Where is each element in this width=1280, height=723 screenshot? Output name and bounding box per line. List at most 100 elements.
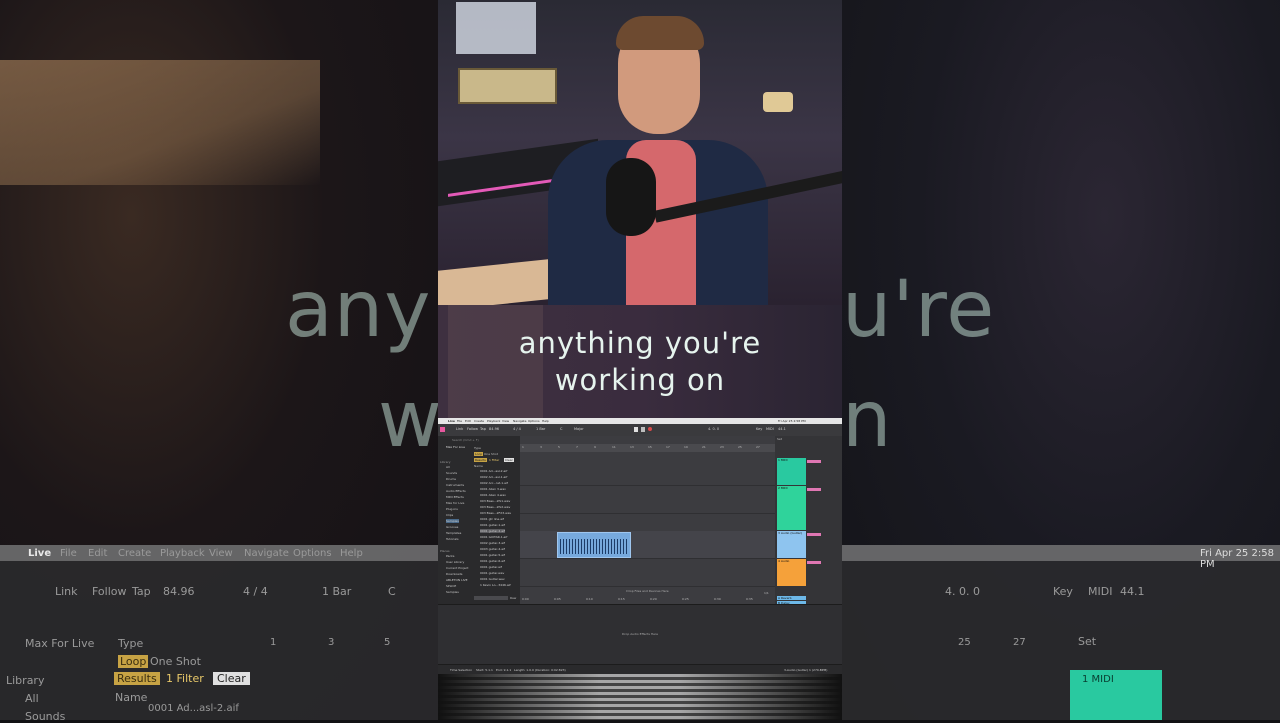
ruler-mark: 21 <box>702 445 706 449</box>
track-4-volume[interactable] <box>807 561 821 564</box>
track-header-4[interactable]: 4 Audio <box>777 559 806 586</box>
places-item-downloads[interactable]: Downloads <box>446 572 462 576</box>
track-header-3[interactable]: 3 Audio (Guitar) <box>777 531 806 558</box>
play-icon[interactable] <box>634 427 638 432</box>
library-item-max-for-live[interactable]: Max for Live <box>446 501 464 505</box>
background-signature: 4 / 4 <box>243 585 268 598</box>
file-item[interactable]: 0001 GUITAR-1.aif <box>480 535 507 539</box>
library-item-instruments[interactable]: Instruments <box>446 483 464 487</box>
file-item[interactable]: 0002 Ad...asl-1.aif <box>480 475 507 479</box>
menu-edit[interactable]: Edit <box>465 419 471 423</box>
menu-live[interactable]: Live <box>448 419 455 423</box>
library-item-tutorials[interactable]: Tutorials <box>446 537 459 541</box>
file-item[interactable]: 0001 guitar-6.aif <box>480 559 505 563</box>
library-item-midi-effects[interactable]: MIDI Effects <box>446 495 464 499</box>
track-lane[interactable] <box>520 559 775 587</box>
signature-field[interactable]: 4 / 4 <box>513 427 521 431</box>
video-strip-shade <box>438 674 842 720</box>
type-filter[interactable]: Type <box>474 446 481 450</box>
places-item-packs[interactable]: Packs <box>446 554 454 558</box>
status-bar: Time Selection Start: 5.1.1 End: 9.1.1 L… <box>438 664 842 674</box>
file-item[interactable]: 003 Bass...2FX3.wav <box>480 511 511 515</box>
browser-search-input[interactable]: Search (Cmd + F) <box>452 438 479 442</box>
file-item[interactable]: 1 Kevin Lo...3446.aif <box>480 583 511 587</box>
menu-playback[interactable]: Playback <box>487 419 500 423</box>
background-sidebar-title: Max For Live <box>25 637 95 650</box>
tap-button[interactable]: Tap <box>480 427 486 431</box>
file-item[interactable]: 0001 Alien 3.wav <box>480 487 506 491</box>
results-tab[interactable]: Results <box>474 458 487 462</box>
key-field[interactable]: C <box>560 427 562 431</box>
file-item[interactable]: 0001 guitar.wav <box>480 571 504 575</box>
preview-waveform[interactable] <box>474 596 508 600</box>
places-item-user-library[interactable]: User Library <box>446 560 464 564</box>
file-item[interactable]: 003 Bass...2fx1.wav <box>480 499 510 503</box>
track-header-2[interactable]: 2 MIDI <box>777 486 806 530</box>
menu-view[interactable]: View <box>502 419 509 423</box>
midi-map-button[interactable]: MIDI <box>766 427 774 431</box>
track-lane[interactable] <box>520 486 775 514</box>
file-item[interactable]: 0001 guitar-2.aif <box>480 529 505 533</box>
library-item-drums[interactable]: Drums <box>446 477 456 481</box>
set-button[interactable]: Set <box>777 437 782 441</box>
menu-file[interactable]: File <box>457 419 462 423</box>
file-item[interactable]: 0003 guitar-4.aif <box>480 547 505 551</box>
file-item[interactable]: 003 Bass...2fx2.wav <box>480 505 510 509</box>
file-item[interactable]: 0001 guitar-5.aif <box>480 553 505 557</box>
preview-raw-toggle[interactable]: Raw <box>510 596 516 600</box>
track-3-volume[interactable] <box>807 533 821 536</box>
file-item[interactable]: 0001 Guitar.wav <box>480 577 505 581</box>
device-view[interactable]: Drop Audio Effects Here <box>438 604 842 665</box>
track-lane[interactable] <box>520 458 775 486</box>
audio-clip[interactable] <box>557 532 631 558</box>
filter-loop[interactable]: Loop <box>474 452 484 456</box>
return-track-a[interactable]: A Reverb <box>777 596 806 600</box>
track-header-1[interactable]: 1 MIDI <box>777 458 806 485</box>
background-results: Results <box>114 672 160 685</box>
position-field[interactable]: 4. 0. 0 <box>708 427 719 431</box>
library-item-grooves[interactable]: Grooves <box>446 525 458 529</box>
file-item[interactable]: 0001 Ad...asl-2.aif <box>480 469 507 473</box>
library-item-all[interactable]: All <box>446 465 450 469</box>
track-1-volume[interactable] <box>807 460 821 463</box>
caption-line-2: working on <box>554 363 726 397</box>
clear-button[interactable]: Clear <box>504 458 514 462</box>
file-item[interactable]: 0001 guitar.aif <box>480 565 502 569</box>
file-item[interactable]: 0002 guitar-3.aif <box>480 541 505 545</box>
record-icon[interactable] <box>648 427 652 431</box>
link-button[interactable]: Link <box>456 427 463 431</box>
library-item-samples[interactable]: Samples <box>446 519 459 523</box>
view-toggle-icon[interactable] <box>440 427 445 432</box>
file-item[interactable]: 0001 Alien 4.wav <box>480 493 506 497</box>
library-item-audio-effects[interactable]: Audio Effects <box>446 489 466 493</box>
places-item-splice[interactable]: SPLICE <box>446 584 456 588</box>
file-item[interactable]: 0002 Arc...lat-1.aif <box>480 481 508 485</box>
file-item[interactable]: 0001 gtr line.aif <box>480 517 504 521</box>
places-item-ableton-live[interactable]: ABLETON LIVE <box>446 578 468 582</box>
follow-button[interactable]: Follow <box>467 427 478 431</box>
quantize-field[interactable]: 1 Bar <box>536 427 545 431</box>
status-length: Length: 1.0.0 (Duration: 0:02:823) <box>514 668 566 672</box>
stop-icon[interactable] <box>641 427 645 432</box>
places-item-current-project[interactable]: Current Project <box>446 566 469 570</box>
menu-help[interactable]: Help <box>542 419 549 423</box>
key-map-button[interactable]: Key <box>756 427 762 431</box>
tempo-field[interactable]: 84.96 <box>489 427 499 431</box>
places-item-samples[interactable]: Samples <box>446 590 459 594</box>
track-headers: Set 1 MIDI 2 MIDI 3 Audio (Guitar) 4 Aud… <box>775 436 842 610</box>
scale-field[interactable]: Major <box>574 427 584 431</box>
library-item-sounds[interactable]: Sounds <box>446 471 457 475</box>
track-2-volume[interactable] <box>807 488 821 491</box>
synthesizer <box>458 68 557 104</box>
library-item-plugins[interactable]: Plug-ins <box>446 507 458 511</box>
menu-options[interactable]: Options <box>528 419 540 423</box>
background-menu-help: Help <box>340 548 363 559</box>
library-item-clips[interactable]: Clips <box>446 513 453 517</box>
file-item[interactable]: 0001 guitar-1.aif <box>480 523 505 527</box>
filter-one-shot[interactable]: One Shot <box>484 452 498 456</box>
name-column-header[interactable]: Name <box>474 464 483 468</box>
library-item-templates[interactable]: Templates <box>446 531 461 535</box>
menu-create[interactable]: Create <box>474 419 484 423</box>
menu-navigate[interactable]: Navigate <box>513 419 526 423</box>
arrangement-ruler[interactable]: 1 3 5 7 9 11 13 15 17 19 21 23 25 27 <box>520 444 775 452</box>
